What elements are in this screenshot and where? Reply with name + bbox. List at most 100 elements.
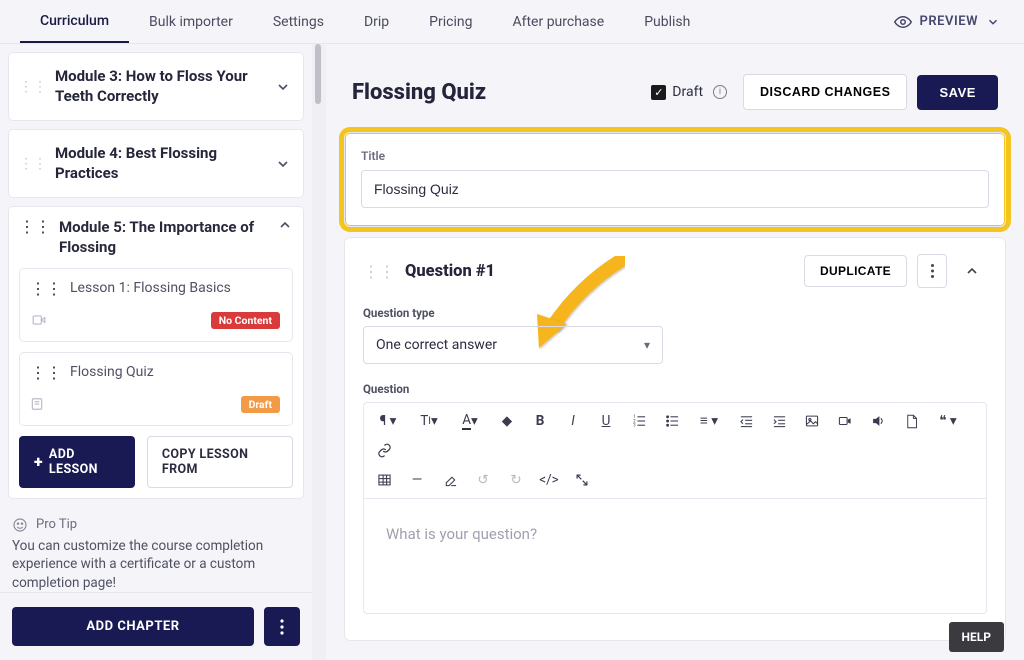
page-title: Flossing Quiz [352, 80, 486, 105]
question-editor: ¶ ▾ TI ▾ A ▾ ◆ B I U 123 ≡ ▾ ❝ ▾ [363, 402, 987, 614]
clear-format-button[interactable] [434, 466, 466, 494]
draft-toggle[interactable]: ✓ Draft i [651, 84, 727, 100]
status-badge: No Content [211, 312, 280, 329]
align-button[interactable]: ≡ ▾ [689, 407, 729, 435]
drag-handle-icon[interactable]: ⋮⋮ [19, 217, 51, 236]
lightbulb-icon [12, 517, 28, 533]
save-button[interactable]: SAVE [917, 75, 998, 110]
ink-drop-icon[interactable]: ◆ [491, 407, 523, 435]
scrollbar-thumb[interactable] [315, 44, 321, 104]
redo-button[interactable]: ↻ [500, 466, 532, 494]
pro-tip-text: You can customize the course completion … [12, 537, 300, 594]
checkbox-checked-icon: ✓ [651, 85, 666, 100]
tab-settings[interactable]: Settings [253, 0, 344, 43]
kebab-icon [931, 264, 934, 278]
image-button[interactable] [796, 407, 828, 435]
add-lesson-label: ADD LESSON [49, 447, 120, 477]
editor-body[interactable]: What is your question? [364, 499, 986, 613]
bold-button[interactable]: B [524, 407, 556, 435]
drag-handle-icon[interactable]: ⋮⋮ [30, 363, 62, 382]
sidebar-scrollbar[interactable] [312, 44, 326, 660]
horizontal-rule-button[interactable]: — [401, 466, 433, 494]
module-card-open: ⋮⋮ Module 5: The Importance of Flossing … [8, 206, 304, 499]
question-type-value: One correct answer [376, 337, 497, 353]
chevron-up-icon[interactable] [277, 217, 293, 233]
copy-lesson-button[interactable]: COPY LESSON FROM [147, 436, 293, 488]
editor-placeholder: What is your question? [386, 525, 964, 543]
tab-bulk-importer[interactable]: Bulk importer [129, 0, 253, 43]
undo-button[interactable]: ↺ [467, 466, 499, 494]
lesson-item[interactable]: ⋮⋮ Lesson 1: Flossing Basics No Content [19, 268, 293, 342]
chevron-down-icon[interactable] [275, 79, 291, 95]
more-button[interactable] [264, 607, 300, 646]
status-badge: Draft [241, 396, 280, 413]
draft-label: Draft [672, 84, 703, 100]
svg-text:3: 3 [633, 424, 636, 428]
chevron-up-icon [964, 263, 980, 279]
title-input[interactable] [361, 170, 989, 208]
question-type-select[interactable]: One correct answer ▾ [363, 326, 663, 364]
module-title: Module 5: The Importance of Flossing [59, 217, 269, 258]
module-card[interactable]: ⋮⋮ Module 3: How to Floss Your Teeth Cor… [8, 52, 304, 121]
drag-handle-icon[interactable]: ⋮⋮ [19, 156, 47, 172]
discard-button[interactable]: DISCARD CHANGES [743, 74, 907, 110]
lesson-item[interactable]: ⋮⋮ Flossing Quiz Draft [19, 352, 293, 426]
sidebar: ⋮⋮ Module 3: How to Floss Your Teeth Cor… [0, 44, 312, 660]
title-card: Title [344, 132, 1006, 227]
sidebar-footer: ADD CHAPTER [0, 592, 312, 660]
file-button[interactable] [895, 407, 927, 435]
underline-button[interactable]: U [590, 407, 622, 435]
italic-button[interactable]: I [557, 407, 589, 435]
quote-button[interactable]: ❝ ▾ [928, 407, 968, 435]
content-header: Flossing Quiz ✓ Draft i DISCARD CHANGES … [326, 44, 1024, 122]
tab-pricing[interactable]: Pricing [409, 0, 492, 43]
preview-label: PREVIEW [920, 14, 979, 29]
link-button[interactable] [368, 436, 400, 464]
add-lesson-button[interactable]: + ADD LESSON [19, 436, 135, 488]
help-button[interactable]: HELP [949, 622, 1004, 652]
preview-button[interactable]: PREVIEW [882, 13, 1013, 31]
title-field-label: Title [361, 149, 385, 163]
video-icon [30, 313, 48, 327]
add-chapter-button[interactable]: ADD CHAPTER [12, 607, 254, 646]
text-format-button[interactable]: TI ▾ [409, 407, 449, 435]
drag-handle-icon[interactable]: ⋮⋮ [30, 279, 62, 298]
caret-down-icon: ▾ [644, 338, 650, 352]
tab-drip[interactable]: Drip [344, 0, 409, 43]
fullscreen-button[interactable] [566, 466, 598, 494]
lesson-name: Flossing Quiz [70, 364, 154, 380]
duplicate-button[interactable]: DUPLICATE [804, 255, 907, 287]
question-label: Question [363, 382, 987, 396]
collapse-button[interactable] [957, 254, 987, 288]
font-color-button[interactable]: A ▾ [450, 407, 490, 435]
module-title: Module 3: How to Floss Your Teeth Correc… [55, 67, 267, 106]
video-button[interactable] [829, 407, 861, 435]
tab-after-purchase[interactable]: After purchase [492, 0, 624, 43]
pro-tip-label: Pro Tip [36, 517, 77, 532]
tab-publish[interactable]: Publish [624, 0, 710, 43]
content-area: Flossing Quiz ✓ Draft i DISCARD CHANGES … [326, 44, 1024, 660]
chevron-down-icon[interactable] [275, 156, 291, 172]
ordered-list-button[interactable]: 123 [623, 407, 655, 435]
question-type-label: Question type [363, 306, 987, 320]
question-card: ⋮⋮ Question #1 DUPLICATE Question type O… [344, 237, 1006, 641]
question-more-button[interactable] [917, 254, 947, 288]
table-button[interactable] [368, 466, 400, 494]
editor-toolbar: ¶ ▾ TI ▾ A ▾ ◆ B I U 123 ≡ ▾ ❝ ▾ [364, 403, 986, 499]
lesson-name: Lesson 1: Flossing Basics [70, 280, 231, 296]
module-card[interactable]: ⋮⋮ Module 4: Best Flossing Practices [8, 129, 304, 198]
eye-icon [894, 13, 912, 31]
audio-button[interactable] [862, 407, 894, 435]
quiz-icon [30, 396, 44, 412]
paragraph-style-button[interactable]: ¶ ▾ [368, 407, 408, 435]
drag-handle-icon[interactable]: ⋮⋮ [19, 79, 47, 95]
drag-handle-icon[interactable]: ⋮⋮ [363, 262, 395, 281]
indent-button[interactable] [763, 407, 795, 435]
unordered-list-button[interactable] [656, 407, 688, 435]
tab-curriculum[interactable]: Curriculum [20, 0, 129, 43]
kebab-icon [280, 619, 284, 635]
code-view-button[interactable]: </> [533, 466, 565, 494]
outdent-button[interactable] [730, 407, 762, 435]
question-heading: Question #1 [405, 262, 495, 281]
info-icon[interactable]: i [713, 85, 727, 99]
